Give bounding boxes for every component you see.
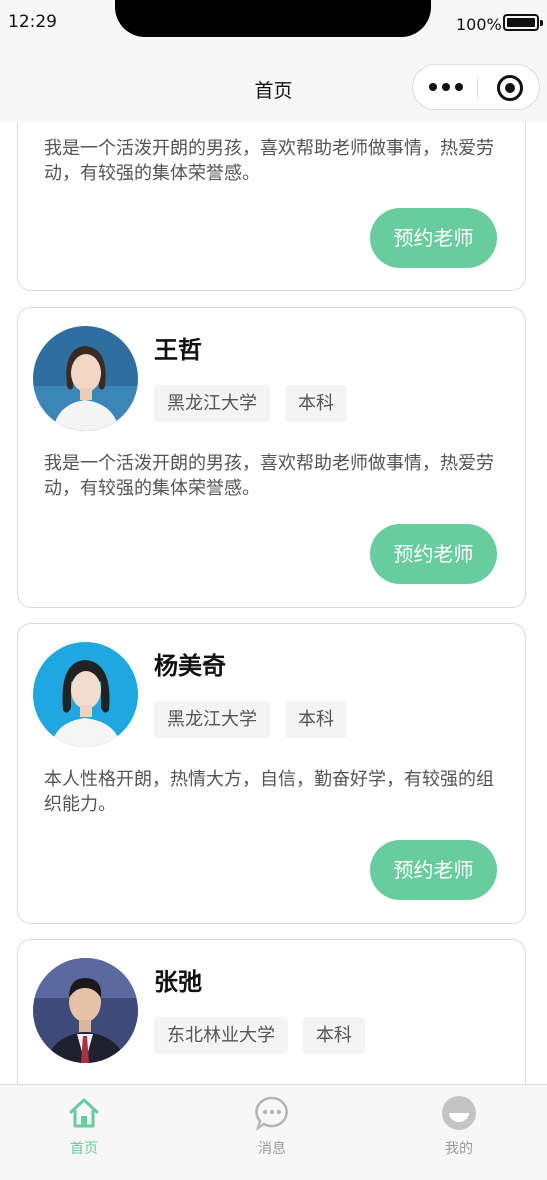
more-icon[interactable]: [429, 79, 465, 95]
teacher-card: 张弛 东北林业大学 本科: [17, 939, 526, 1085]
teacher-card: 王哲 黑龙江大学 本科 我是一个活泼开朗的男孩，喜欢帮助老师做事情，热爱劳动，有…: [17, 307, 526, 608]
battery-percent: 100%: [456, 15, 502, 34]
teacher-list[interactable]: 我是一个活泼开朗的男孩，喜欢帮助老师做事情，热爱劳动，有较强的集体荣誉感。 预约…: [0, 122, 547, 1085]
mini-program-screen: 12:29 100% 首页 我是一个活泼开朗的男孩，喜欢帮助老师做事情，热爱劳动…: [0, 0, 547, 1180]
tab-bar: 首页 消息 我的: [0, 1084, 547, 1180]
teacher-tags: 东北林业大学 本科: [154, 1017, 365, 1054]
profile-icon: [442, 1096, 476, 1130]
teacher-tags: 黑龙江大学 本科: [154, 701, 347, 738]
degree-tag: 本科: [303, 1017, 365, 1054]
tab-home[interactable]: 首页: [24, 1085, 144, 1180]
university-tag: 东北林业大学: [154, 1017, 288, 1054]
degree-tag: 本科: [285, 385, 347, 422]
teacher-card: 我是一个活泼开朗的男孩，喜欢帮助老师做事情，热爱劳动，有较强的集体荣誉感。 预约…: [17, 122, 526, 291]
close-mini-program-icon[interactable]: [497, 75, 523, 101]
tab-label: 消息: [258, 1141, 286, 1157]
university-tag: 黑龙江大学: [154, 385, 270, 422]
teacher-description: 我是一个活泼开朗的男孩，喜欢帮助老师做事情，热爱劳动，有较强的集体荣誉感。: [44, 138, 494, 184]
navigation-bar: 首页: [0, 44, 547, 122]
teacher-name: 杨美奇: [154, 652, 226, 680]
degree-tag: 本科: [285, 701, 347, 738]
tab-label: 我的: [445, 1141, 473, 1157]
teacher-card: 杨美奇 黑龙江大学 本科 本人性格开朗，热情大方，自信，勤奋好学，有较强的组织能…: [17, 623, 526, 924]
university-tag: 黑龙江大学: [154, 701, 270, 738]
avatar: [33, 326, 138, 431]
mini-program-capsule: [412, 64, 540, 110]
teacher-name: 王哲: [154, 336, 202, 364]
teacher-tags: 黑龙江大学 本科: [154, 385, 347, 422]
teacher-description: 我是一个活泼开朗的男孩，喜欢帮助老师做事情，热爱劳动，有较强的集体荣誉感。: [44, 453, 494, 499]
teacher-description: 本人性格开朗，热情大方，自信，勤奋好学，有较强的组织能力。: [44, 769, 494, 815]
message-icon: [255, 1096, 288, 1131]
book-teacher-button[interactable]: 预约老师: [370, 524, 497, 584]
avatar: [33, 642, 138, 747]
capsule-divider: [477, 77, 478, 99]
avatar: [33, 958, 138, 1063]
tab-label: 首页: [70, 1141, 98, 1157]
tab-messages[interactable]: 消息: [212, 1085, 332, 1180]
home-icon: [69, 1098, 99, 1128]
status-time: 12:29: [8, 12, 57, 32]
book-teacher-button[interactable]: 预约老师: [370, 208, 497, 268]
teacher-name: 张弛: [154, 968, 202, 996]
device-notch: [115, 0, 431, 37]
tab-profile[interactable]: 我的: [399, 1085, 519, 1180]
book-teacher-button[interactable]: 预约老师: [370, 840, 497, 900]
status-bar: 12:29 100%: [0, 0, 547, 44]
battery-icon: [503, 14, 543, 31]
